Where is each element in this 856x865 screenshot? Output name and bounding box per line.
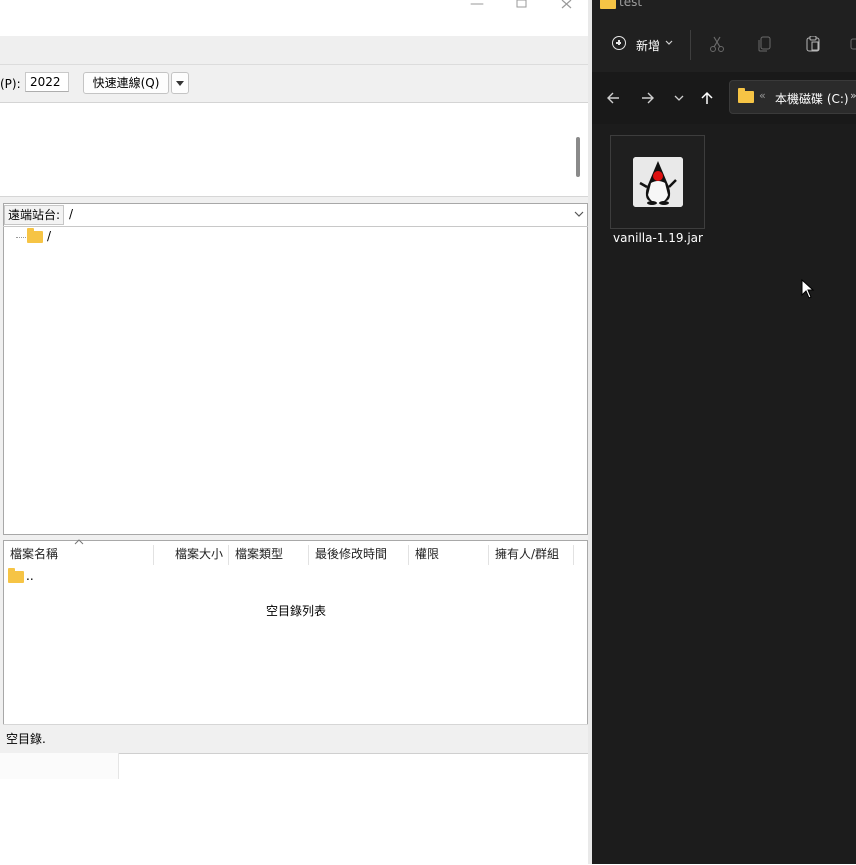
folder-icon <box>738 88 754 103</box>
explorer-window <box>592 0 856 864</box>
column-header-permissions[interactable]: 權限 <box>415 545 439 567</box>
close-button[interactable] <box>552 0 582 12</box>
forward-arrow-icon[interactable] <box>640 90 656 106</box>
empty-list-message: 空目錄列表 <box>266 604 327 618</box>
column-divider[interactable] <box>573 545 574 565</box>
folder-icon <box>600 0 616 9</box>
folder-icon <box>8 568 24 583</box>
column-header-size[interactable]: 檔案大小 <box>175 545 223 567</box>
remote-file-list <box>3 540 588 747</box>
file-name-label: vanilla-1.19.jar <box>613 231 703 245</box>
remote-tree-pane <box>3 203 588 535</box>
paste-icon[interactable] <box>805 36 821 52</box>
quickconnect-button[interactable]: 快速連線(Q) <box>83 72 169 94</box>
column-divider[interactable] <box>153 545 154 565</box>
mouse-cursor-icon <box>801 279 815 299</box>
plus-circle-icon <box>612 36 626 50</box>
back-arrow-icon[interactable] <box>605 90 621 106</box>
breadcrumb-chevron[interactable]: » <box>850 89 856 102</box>
column-divider[interactable] <box>488 545 489 565</box>
rename-icon[interactable] <box>850 36 856 52</box>
cut-icon[interactable] <box>709 36 725 52</box>
port-field[interactable]: 2022 <box>25 72 69 92</box>
up-arrow-icon[interactable] <box>699 90 715 106</box>
copy-icon[interactable] <box>757 36 773 52</box>
remote-status-bar: 空目錄. <box>3 724 588 747</box>
column-header-type[interactable]: 檔案類型 <box>235 545 283 567</box>
new-button-label: 新增 <box>636 39 661 53</box>
remote-site-label: 遠端站台: <box>4 205 64 225</box>
message-log <box>0 103 588 197</box>
quickconnect-history-dropdown[interactable] <box>171 72 189 94</box>
filezilla-titlebar <box>0 0 592 36</box>
maximize-button[interactable] <box>506 0 536 12</box>
column-divider[interactable] <box>408 545 409 565</box>
chevron-down-icon <box>665 40 673 46</box>
column-header-name[interactable]: 檔案名稱 <box>10 545 58 567</box>
explorer-window-title: test <box>619 0 643 9</box>
column-divider[interactable] <box>308 545 309 565</box>
column-divider[interactable] <box>228 545 229 565</box>
parent-directory-item[interactable]: .. <box>26 569 34 583</box>
minimize-button[interactable]: — <box>462 0 492 12</box>
queue-tab[interactable] <box>0 753 119 779</box>
chevron-down-icon[interactable] <box>574 209 584 219</box>
remote-path-input[interactable]: / <box>66 205 586 225</box>
message-log-scrollbar[interactable] <box>576 137 580 177</box>
java-duke-icon <box>633 157 683 207</box>
column-header-owner[interactable]: 擁有人/群組 <box>495 545 559 567</box>
tree-connector <box>16 237 26 238</box>
breadcrumb-overflow[interactable]: « <box>759 89 766 102</box>
port-label: (P): <box>0 77 21 91</box>
command-separator <box>690 30 691 60</box>
folder-icon <box>27 228 43 243</box>
column-header-modified[interactable]: 最後修改時間 <box>315 545 387 567</box>
filezilla-toolbar <box>0 36 592 65</box>
tree-root-item[interactable]: / <box>47 229 51 243</box>
recent-chevron-icon[interactable] <box>672 90 688 106</box>
sort-ascending-icon <box>74 538 84 546</box>
breadcrumb-location[interactable]: 本機磁碟 (C:) <box>775 90 849 107</box>
